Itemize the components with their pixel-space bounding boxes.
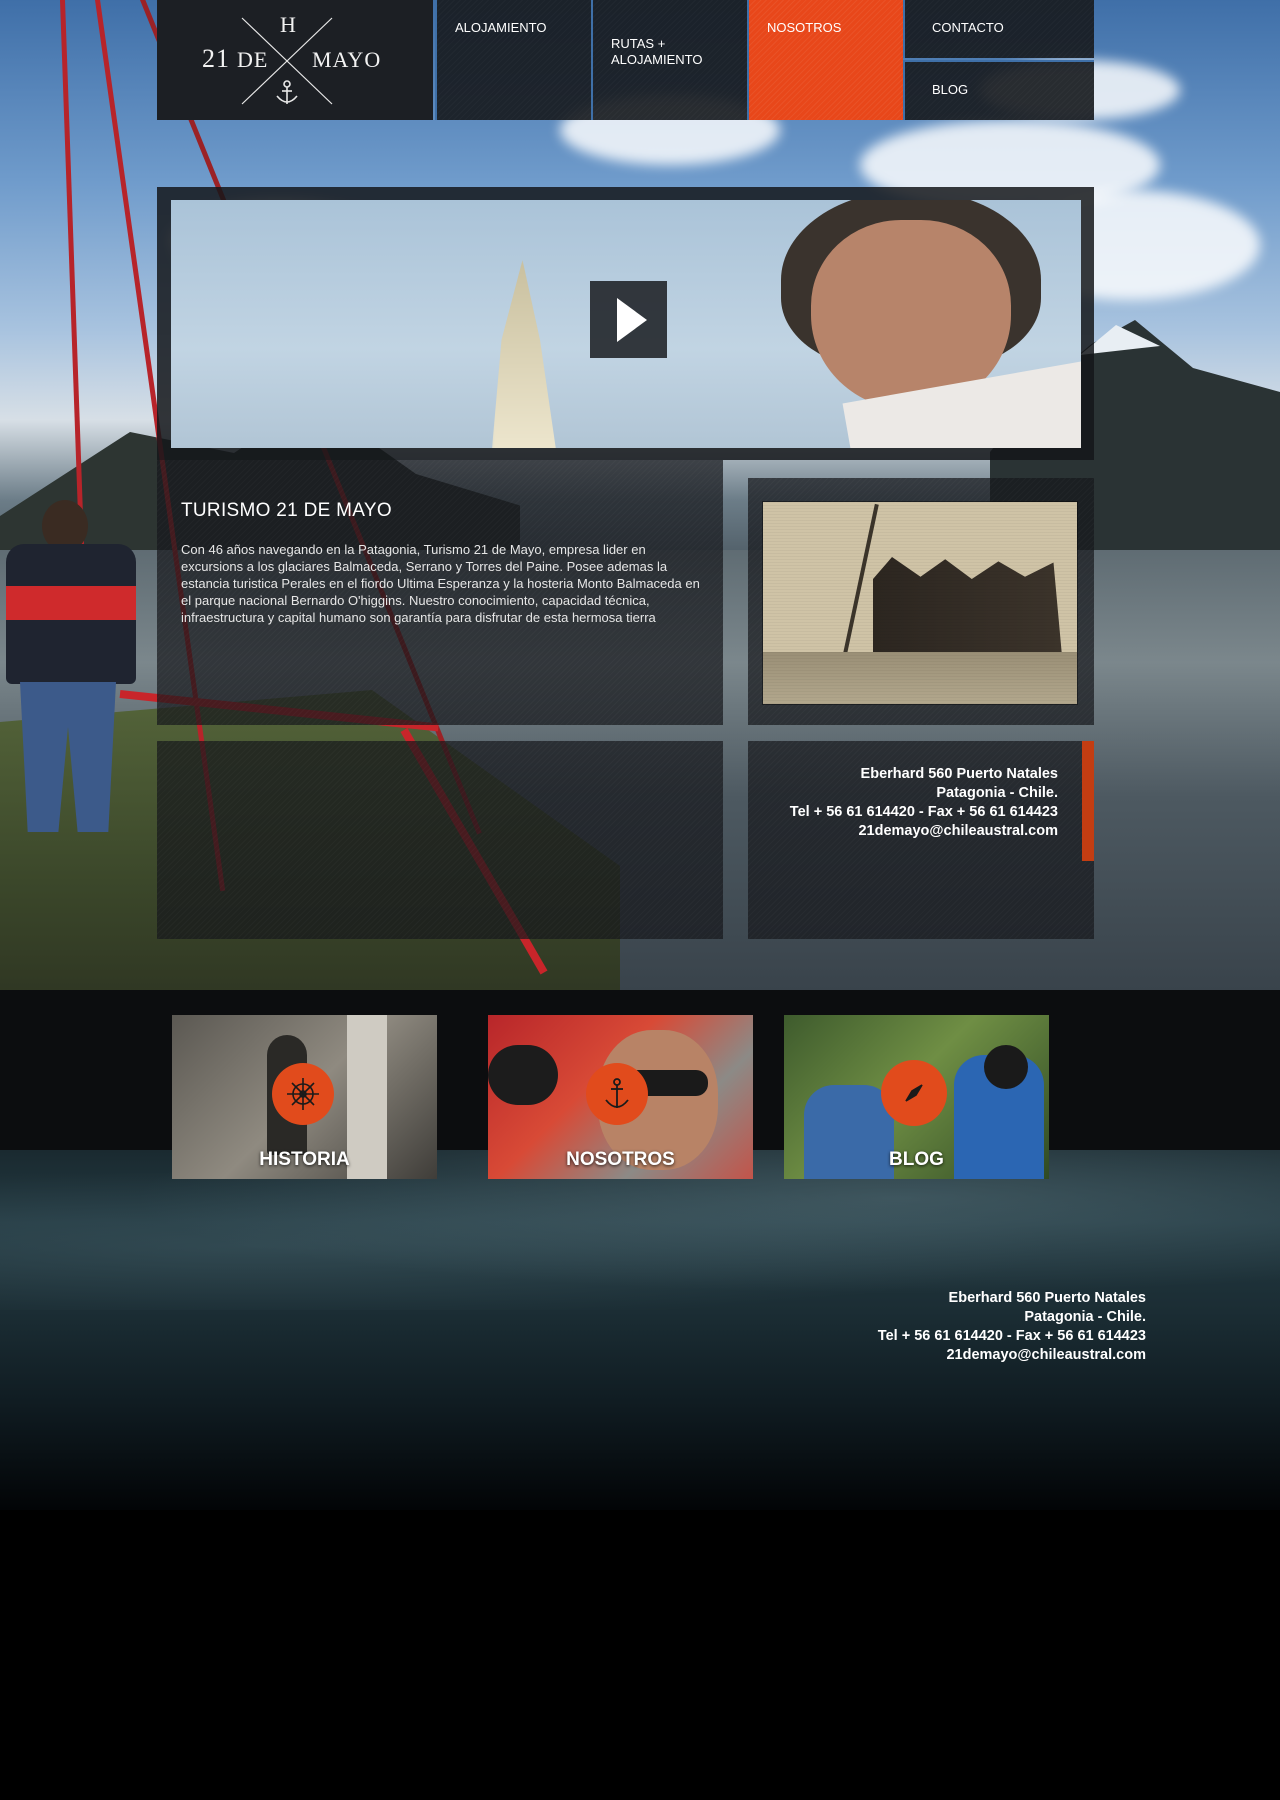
tile-figure	[984, 1045, 1028, 1089]
tile-label: NOSOTROS	[566, 1149, 675, 1170]
nav-item-alojamiento[interactable]: ALOJAMIENTO	[435, 0, 591, 120]
logo-letter: H	[280, 12, 297, 37]
tile-figure	[488, 1045, 558, 1105]
about-text: Con 46 años navegando en la Patagonia, T…	[181, 542, 700, 625]
phone-line: Tel + 56 61 614420 - Fax + 56 61 614423	[789, 804, 1058, 820]
person-on-deck	[0, 500, 140, 840]
empty-panel	[157, 741, 723, 939]
tile-label: BLOG	[889, 1149, 944, 1170]
contact-address: Eberhard 560 Puerto Natales Patagonia - …	[790, 765, 1058, 841]
tile-nosotros[interactable]: NOSOTROS	[488, 1015, 753, 1179]
tile-badge	[586, 1063, 648, 1125]
address-line: Eberhard 560 Puerto Natales	[948, 1290, 1146, 1306]
compass-icon	[905, 1084, 923, 1102]
tile-historia[interactable]: HISTORIA	[172, 1015, 437, 1179]
address-line: Patagonia - Chile.	[1024, 1309, 1146, 1325]
nav-label: BLOG	[932, 82, 969, 97]
nav-item-contacto[interactable]: CONTACTO	[903, 0, 1094, 58]
email-link[interactable]: 21demayo@chileaustral.com	[790, 822, 1058, 841]
logo-de: DE	[237, 47, 269, 72]
accent-bar	[1082, 741, 1094, 861]
nav-label: RUTAS + ALOJAMIENTO	[611, 36, 703, 67]
nav-item-rutas-alojamiento[interactable]: RUTAS + ALOJAMIENTO	[591, 0, 747, 120]
logo[interactable]: H 21 DE MAYO	[157, 0, 433, 120]
historic-photo	[763, 502, 1077, 704]
nav-item-blog[interactable]: BLOG	[903, 60, 1094, 120]
tile-label: HISTORIA	[259, 1149, 350, 1170]
email-link[interactable]: 21demayo@chileaustral.com	[878, 1346, 1146, 1365]
tile-blog[interactable]: BLOG	[784, 1015, 1049, 1179]
phone-line: Tel + 56 61 614420 - Fax + 56 61 614423	[877, 1328, 1146, 1344]
nav-label: NOSOTROS	[767, 20, 842, 35]
address-line: Patagonia - Chile.	[936, 785, 1058, 801]
address-line: Eberhard 560 Puerto Natales	[860, 766, 1058, 782]
tile-badge	[881, 1060, 947, 1126]
nav-label: CONTACTO	[932, 20, 1004, 35]
about-title: TURISMO 21 DE MAYO	[181, 500, 392, 521]
logo-mayo: MAYO	[312, 47, 382, 72]
anchor-icon	[605, 1078, 629, 1108]
sailor-image	[731, 200, 1081, 448]
nav-item-nosotros[interactable]: NOSOTROS	[747, 0, 903, 120]
logo-number: 21	[202, 44, 230, 73]
play-icon	[617, 298, 647, 342]
play-button[interactable]	[590, 281, 667, 358]
ship-wheel-icon	[287, 1078, 319, 1110]
nav-label: ALOJAMIENTO	[455, 20, 547, 35]
sail-image	[491, 260, 558, 448]
tile-badge	[272, 1063, 334, 1125]
footer-address: Eberhard 560 Puerto Natales Patagonia - …	[878, 1289, 1146, 1365]
